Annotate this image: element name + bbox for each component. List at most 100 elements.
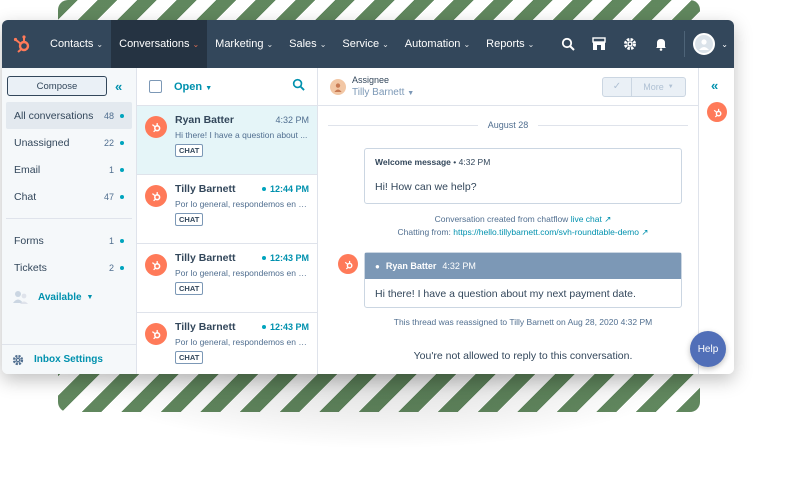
sidebar-item-label: All conversations <box>14 109 94 122</box>
assignee-dropdown[interactable]: Tilly Barnett ▼ <box>352 87 414 98</box>
nav-contacts[interactable]: Contacts ⌄ <box>42 20 111 68</box>
chatting-prefix: Chatting from: <box>397 227 451 237</box>
nav-conversations[interactable]: Conversations ⌄ <box>111 20 208 68</box>
availability-toggle[interactable]: Available ▼ <box>2 281 136 313</box>
check-icon: ✓ <box>612 81 622 92</box>
conversation-time-unread: 12:43 PM <box>261 322 309 332</box>
status-filter-dropdown[interactable]: Open ▼ <box>174 81 212 93</box>
chevron-down-icon: ⌄ <box>527 39 535 49</box>
chatting-from-note: Chatting from: https://hello.tillybarnet… <box>364 227 682 238</box>
gear-icon[interactable] <box>614 20 645 68</box>
nav-label: Sales <box>289 38 317 50</box>
chat-bubble-icon: ● <box>375 261 380 271</box>
conversation-content: Ryan Batter 4:32 PM Hi there! I have a q… <box>175 114 309 174</box>
nav-icon-group: ⌄ <box>552 20 734 68</box>
hubspot-avatar-icon <box>145 254 167 276</box>
unread-dot-icon <box>261 187 266 191</box>
nav-service[interactable]: Service ⌄ <box>334 20 396 68</box>
sidebar-item-count: 1 <box>108 235 114 246</box>
top-navigation: Contacts ⌄ Conversations ⌄ Marketing ⌄ Sale… <box>2 20 734 68</box>
contact-sidebar-rail: « <box>698 68 734 374</box>
conversation-item[interactable]: Tilly Barnett 12:43 PM Por lo general, r… <box>137 313 317 374</box>
more-label: More <box>643 81 664 92</box>
unread-dot-icon <box>261 325 266 329</box>
hubspot-avatar-icon <box>145 116 167 138</box>
channel-badge: CHAT <box>175 282 204 295</box>
chatting-from-link[interactable]: https://hello.tillybarnett.com/svh-round… <box>453 227 639 237</box>
chevron-down-icon: ⌄ <box>192 39 200 49</box>
sidebar-item-chat[interactable]: Chat 47 <box>6 183 132 210</box>
conversation-thread: Assignee Tilly Barnett ▼ ✓ More ▼ August … <box>318 68 698 374</box>
unread-dot-icon <box>120 265 124 270</box>
help-button[interactable]: Help <box>690 331 726 367</box>
nav-automation[interactable]: Automation ⌄ <box>397 20 478 68</box>
inbox-sidebar: Compose « All conversations 48 Unassigne… <box>2 68 137 374</box>
unread-dot-icon <box>120 113 124 118</box>
nav-marketing[interactable]: Marketing ⌄ <box>207 20 281 68</box>
welcome-message-card: Welcome message • 4:32 PM Hi! How can we… <box>364 148 682 204</box>
conversation-content: Tilly Barnett 12:43 PM Por lo general, r… <box>175 252 309 312</box>
nav-label: Marketing <box>215 38 264 50</box>
sidebar-item-count: 22 <box>103 137 114 148</box>
chevron-down-icon[interactable]: ⌄ <box>721 40 728 49</box>
hubspot-logo-icon[interactable] <box>2 20 42 68</box>
contact-name: Ryan Batter <box>175 114 234 126</box>
conversation-item[interactable]: Ryan Batter 4:32 PM Hi there! I have a q… <box>137 106 317 175</box>
sidebar-divider <box>6 218 132 219</box>
search-icon[interactable] <box>552 20 583 68</box>
channel-badge: CHAT <box>175 213 204 226</box>
user-avatar[interactable] <box>693 33 716 55</box>
sidebar-item-label: Chat <box>14 190 37 203</box>
nav-label: Service <box>342 38 380 50</box>
visitor-message-text: Hi there! I have a question about my nex… <box>375 288 636 300</box>
users-icon <box>13 291 28 304</box>
compose-row: Compose « <box>2 68 136 102</box>
conversation-created-note: Conversation created from chatflow live … <box>364 214 682 225</box>
expand-panel-icon[interactable]: « <box>711 78 718 93</box>
sidebar-item-label: Forms <box>14 234 44 247</box>
collapse-sidebar-icon[interactable]: « <box>115 79 122 94</box>
sidebar-item-count: 48 <box>103 110 114 121</box>
conversation-time: 12:43 PM <box>269 253 309 263</box>
thread-date: August 28 <box>487 120 529 130</box>
more-dropdown[interactable]: More ▼ <box>632 76 686 97</box>
sidebar-item-email[interactable]: Email 1 <box>6 156 132 183</box>
conversation-content: Tilly Barnett 12:43 PM Por lo general, r… <box>175 321 309 374</box>
caret-down-icon: ▼ <box>667 83 674 90</box>
inbox-settings-link[interactable]: Inbox Settings <box>2 344 136 374</box>
select-all-checkbox[interactable] <box>149 80 162 93</box>
compose-button[interactable]: Compose <box>7 76 107 96</box>
search-icon[interactable] <box>292 78 305 96</box>
caret-down-icon: ▼ <box>86 293 94 301</box>
sidebar-item-count: 1 <box>108 164 114 175</box>
close-conversation-button[interactable]: ✓ <box>602 76 632 97</box>
conversation-item[interactable]: Tilly Barnett 12:43 PM Por lo general, r… <box>137 244 317 313</box>
inbox-settings-label: Inbox Settings <box>34 354 103 365</box>
visitor-avatar-icon <box>338 254 358 274</box>
nav-reports[interactable]: Reports ⌄ <box>478 20 542 68</box>
sidebar-item-unassigned[interactable]: Unassigned 22 <box>6 129 132 156</box>
conversation-time-unread: 12:44 PM <box>261 184 309 194</box>
visitor-message-card: ● Ryan Batter 4:32 PM Hi there! I have a… <box>364 252 682 308</box>
sidebar-item-tickets[interactable]: Tickets 2 <box>6 254 132 281</box>
conversation-content: Tilly Barnett 12:44 PM Por lo general, r… <box>175 183 309 243</box>
assignee-block[interactable]: Assignee Tilly Barnett ▼ <box>352 75 414 98</box>
sidebar-item-label: Unassigned <box>14 136 70 149</box>
nav-label: Conversations <box>119 38 190 50</box>
contact-avatar-icon[interactable] <box>707 102 727 122</box>
bell-icon[interactable] <box>645 20 676 68</box>
sidebar-item-forms[interactable]: Forms 1 <box>6 227 132 254</box>
sidebar-item-count: 2 <box>108 262 114 273</box>
sidebar-item-all-conversations[interactable]: All conversations 48 <box>6 102 132 129</box>
hubspot-avatar-icon <box>145 323 167 345</box>
stage: Contacts ⌄ Conversations ⌄ Marketing ⌄ Sale… <box>0 0 800 480</box>
marketplace-icon[interactable] <box>583 20 614 68</box>
chevron-down-icon: ⌄ <box>266 39 274 49</box>
hubspot-avatar-icon <box>145 185 167 207</box>
live-chat-link[interactable]: live chat <box>571 214 602 224</box>
nav-sales[interactable]: Sales ⌄ <box>281 20 334 68</box>
thread-actions: ✓ More ▼ <box>602 76 686 97</box>
conversation-header: Tilly Barnett 12:44 PM <box>175 183 309 195</box>
conversation-item[interactable]: Tilly Barnett 12:44 PM Por lo general, r… <box>137 175 317 244</box>
chevron-down-icon: ⌄ <box>96 39 104 49</box>
